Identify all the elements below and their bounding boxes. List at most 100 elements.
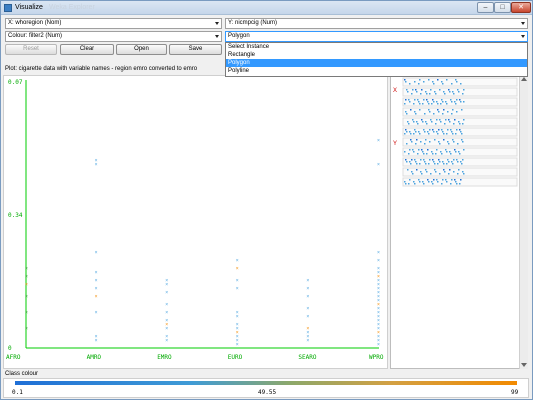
attribute-row: [402, 87, 518, 97]
attribute-point: [454, 119, 456, 121]
attribute-bars[interactable]: X Y: [391, 76, 520, 370]
attribute-point: [421, 149, 423, 151]
attribute-point: [442, 179, 444, 181]
legend-mid-label: 49.55: [258, 389, 277, 396]
dropdown-item-polyline[interactable]: Polyline: [226, 67, 527, 75]
attribute-point: [416, 121, 418, 123]
attribute-point: [418, 83, 420, 85]
data-point: ×: [236, 278, 239, 284]
attribute-point: [445, 149, 447, 151]
data-point: ×: [25, 294, 28, 300]
attribute-point: [463, 89, 465, 91]
attribute-point: [428, 133, 430, 135]
attribute-point: [427, 179, 429, 181]
open-button[interactable]: Open: [116, 44, 167, 55]
data-point: ×: [377, 258, 380, 264]
attribute-point: [413, 133, 415, 135]
scroll-up-icon[interactable]: [521, 77, 527, 81]
x-axis-select[interactable]: X: whoregion (Nom): [5, 18, 222, 29]
attribute-point: [428, 103, 430, 105]
attribute-point: [440, 121, 442, 123]
attribute-point: [456, 99, 458, 101]
attribute-point: [404, 103, 406, 105]
scatter-plot-area[interactable]: 0.07 0.34 0 AFRO AMRO EMRO EURO SEARO WPRO × ×…: [3, 75, 388, 369]
attribute-point: [445, 179, 447, 181]
selection-shape-select[interactable]: Polygon: [225, 31, 528, 42]
dropdown-item-polygon[interactable]: Polygon: [226, 59, 527, 67]
attribute-point: [450, 129, 452, 131]
data-point: ×: [165, 302, 168, 308]
attribute-point: [441, 153, 443, 155]
close-button[interactable]: ✕: [511, 2, 531, 13]
scatter-plot[interactable]: 0.07 0.34 0 AFRO AMRO EMRO EURO SEARO WPRO × ×…: [4, 76, 389, 370]
attribute-point: [453, 171, 455, 173]
attribute-point: [463, 173, 465, 175]
y-axis-select[interactable]: Y: nicmpcig (Num): [225, 18, 528, 29]
title-bar[interactable]: Visualize Weka Explorer – □ ✕: [1, 1, 532, 15]
attribute-point: [456, 129, 458, 131]
attribute-point: [462, 123, 464, 125]
attribute-point: [420, 159, 422, 161]
x-tick-label-amro: AMRO: [87, 354, 102, 361]
attribute-row: [402, 117, 518, 127]
attribute-point: [442, 113, 444, 115]
dropdown-item-rectangle[interactable]: Rectangle: [226, 51, 527, 59]
selection-shape-dropdown[interactable]: Select Instance Rectangle Polygon Polyli…: [225, 42, 528, 77]
attribute-point: [463, 101, 465, 103]
attribute-point: [457, 143, 459, 145]
attribute-point: [411, 171, 413, 173]
scroll-down-icon[interactable]: [521, 363, 527, 367]
attribute-point: [453, 141, 455, 143]
attribute-point: [415, 143, 417, 145]
attribute-point: [423, 159, 425, 161]
attribute-point: [423, 129, 425, 131]
window-title: Visualize: [15, 4, 43, 11]
attribute-point: [429, 93, 431, 95]
attribute-bars-panel[interactable]: X Y: [390, 75, 527, 369]
attribute-point: [412, 119, 414, 121]
colour-select[interactable]: Colour: filter2 (Num): [5, 31, 222, 42]
dropdown-item-select-instance[interactable]: Select Instance: [226, 43, 527, 51]
legend-title: Class colour: [5, 371, 39, 377]
reset-button[interactable]: Reset: [5, 44, 57, 55]
attribute-point: [435, 123, 437, 125]
attribute-point: [424, 131, 426, 133]
attribute-point: [406, 131, 408, 133]
attribute-point: [450, 183, 452, 185]
maximize-button[interactable]: □: [494, 2, 511, 13]
attribute-point: [406, 143, 408, 145]
attribute-point: [441, 99, 443, 101]
attribute-point: [450, 153, 452, 155]
attribute-point: [415, 161, 417, 163]
attribute-point: [449, 91, 451, 93]
save-button[interactable]: Save: [169, 44, 222, 55]
data-point: ×: [236, 286, 239, 292]
attribute-point: [414, 111, 416, 113]
attribute-point: [434, 91, 436, 93]
x-tick-label-afro: AFRO: [6, 354, 21, 361]
attribute-point: [433, 161, 435, 163]
attribute-point: [436, 179, 438, 181]
data-point: ×: [236, 310, 239, 316]
attribute-point: [461, 133, 463, 135]
attribute-point: [404, 133, 406, 135]
y-axis-select-label: Y: nicmpcig (Num): [228, 20, 278, 26]
attribute-panel-scrollbar[interactable]: [519, 75, 528, 369]
window-title-ghost: Weka Explorer: [49, 4, 95, 11]
attribute-point: [455, 103, 457, 105]
minimize-button[interactable]: –: [477, 2, 494, 13]
attribute-point: [459, 129, 461, 131]
attribute-point: [430, 89, 432, 91]
data-point: ×: [377, 250, 380, 256]
attribute-point: [447, 141, 449, 143]
attribute-point: [426, 153, 428, 155]
clear-button[interactable]: Clear: [60, 44, 114, 55]
attribute-point: [413, 151, 415, 153]
data-point: ×: [25, 310, 28, 316]
attribute-point: [426, 123, 428, 125]
attribute-point: [405, 111, 407, 113]
attribute-point: [455, 79, 457, 81]
attribute-point: [409, 179, 411, 181]
attribute-point: [414, 159, 416, 161]
attribute-point: [462, 141, 464, 143]
